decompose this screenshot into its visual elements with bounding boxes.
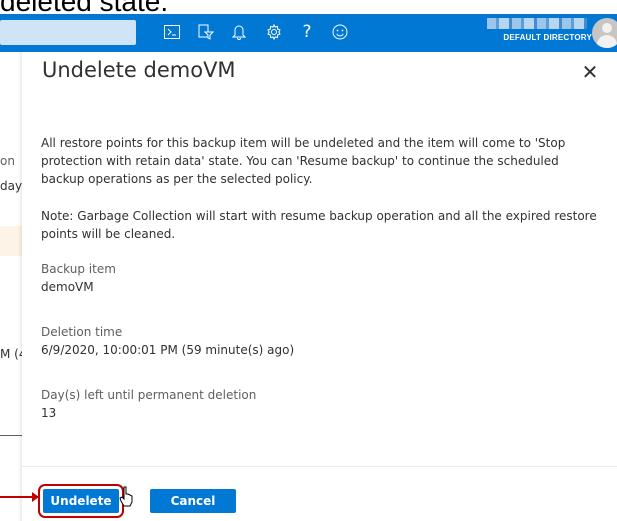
dialog-title: Undelete demoVM bbox=[42, 58, 236, 82]
directory-filter-icon[interactable] bbox=[194, 19, 218, 45]
days-left-value: 13 bbox=[41, 406, 57, 420]
description-text: All restore points for this backup item … bbox=[41, 136, 566, 186]
top-navigation-bar: ? DEFAULT DIRECTORY bbox=[0, 14, 617, 52]
avatar[interactable] bbox=[592, 18, 617, 48]
deletion-time-value: 6/9/2020, 10:00:01 PM (59 minute(s) ago) bbox=[41, 343, 295, 357]
note-text: Note: Garbage Collection will start with… bbox=[41, 209, 597, 241]
help-icon[interactable]: ? bbox=[295, 19, 319, 45]
cancel-button[interactable]: Cancel bbox=[150, 489, 236, 513]
account-name-redacted bbox=[487, 18, 587, 29]
feedback-smiley-icon[interactable] bbox=[328, 19, 352, 45]
gear-icon[interactable] bbox=[262, 19, 286, 45]
footer-divider bbox=[22, 466, 617, 467]
undelete-button[interactable]: Undelete bbox=[38, 484, 124, 518]
hand-cursor-icon bbox=[119, 486, 133, 507]
directory-name: DEFAULT DIRECTORY bbox=[503, 33, 592, 42]
terminal-icon[interactable] bbox=[160, 19, 184, 45]
close-icon[interactable]: ✕ bbox=[580, 62, 600, 82]
backup-item-label: Backup item bbox=[41, 262, 116, 276]
backup-item-value: demoVM bbox=[41, 280, 94, 294]
bell-icon[interactable] bbox=[227, 19, 251, 45]
days-left-label: Day(s) left until permanent deletion bbox=[41, 388, 257, 402]
highlight-arrow bbox=[0, 492, 39, 502]
search-input[interactable] bbox=[0, 20, 136, 45]
undelete-dialog: Undelete demoVM ✕ All restore points for… bbox=[22, 52, 617, 521]
deletion-time-label: Deletion time bbox=[41, 325, 123, 339]
background-text-1: on bbox=[0, 154, 15, 168]
